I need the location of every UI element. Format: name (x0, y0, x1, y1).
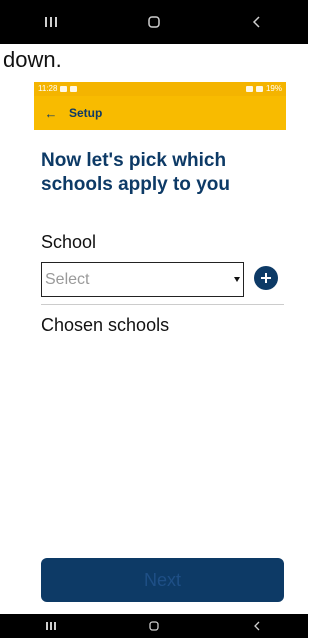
dropdown-caret-icon (234, 277, 240, 282)
message-icon (60, 86, 68, 92)
status-bar: 11:28 19% (34, 82, 286, 96)
app-bar: ← Setup (34, 96, 286, 130)
back-arrow-icon[interactable]: ← (39, 106, 63, 121)
school-select-placeholder: Select (45, 270, 90, 288)
recent-apps-button[interactable] (21, 16, 81, 28)
system-nav-bar-top (0, 0, 308, 44)
page-heading: Now let's pick which schools apply to yo… (41, 150, 230, 195)
battery-percent: 19% (265, 84, 282, 93)
back-button-bottom[interactable] (227, 620, 287, 632)
next-button[interactable]: Next (41, 558, 284, 602)
recent-apps-icon (46, 622, 57, 630)
divider (41, 304, 284, 305)
location-icon (70, 86, 78, 92)
back-chevron-icon (252, 16, 260, 28)
home-button[interactable] (124, 15, 184, 29)
plus-icon (261, 273, 271, 283)
recent-apps-icon (45, 17, 58, 27)
home-icon (148, 16, 160, 28)
signal-icon (255, 86, 263, 92)
alarm-icon (245, 86, 253, 92)
partial-text: down. (3, 47, 62, 72)
app-bar-title: Setup (69, 106, 103, 120)
app-screen: 11:28 19% ← Setup Now let's pick which s… (34, 82, 286, 612)
recent-apps-button-bottom[interactable] (21, 621, 81, 631)
add-school-button[interactable] (254, 266, 278, 290)
school-select[interactable]: Select (41, 262, 244, 297)
school-label: School (41, 232, 97, 252)
back-chevron-icon (253, 621, 260, 631)
home-button-bottom[interactable] (124, 620, 184, 632)
system-nav-bar-bottom (0, 614, 308, 638)
chosen-schools-label: Chosen schools (41, 315, 170, 335)
home-icon (149, 621, 159, 631)
back-button[interactable] (227, 15, 287, 29)
status-time: 11:28 (38, 84, 58, 93)
